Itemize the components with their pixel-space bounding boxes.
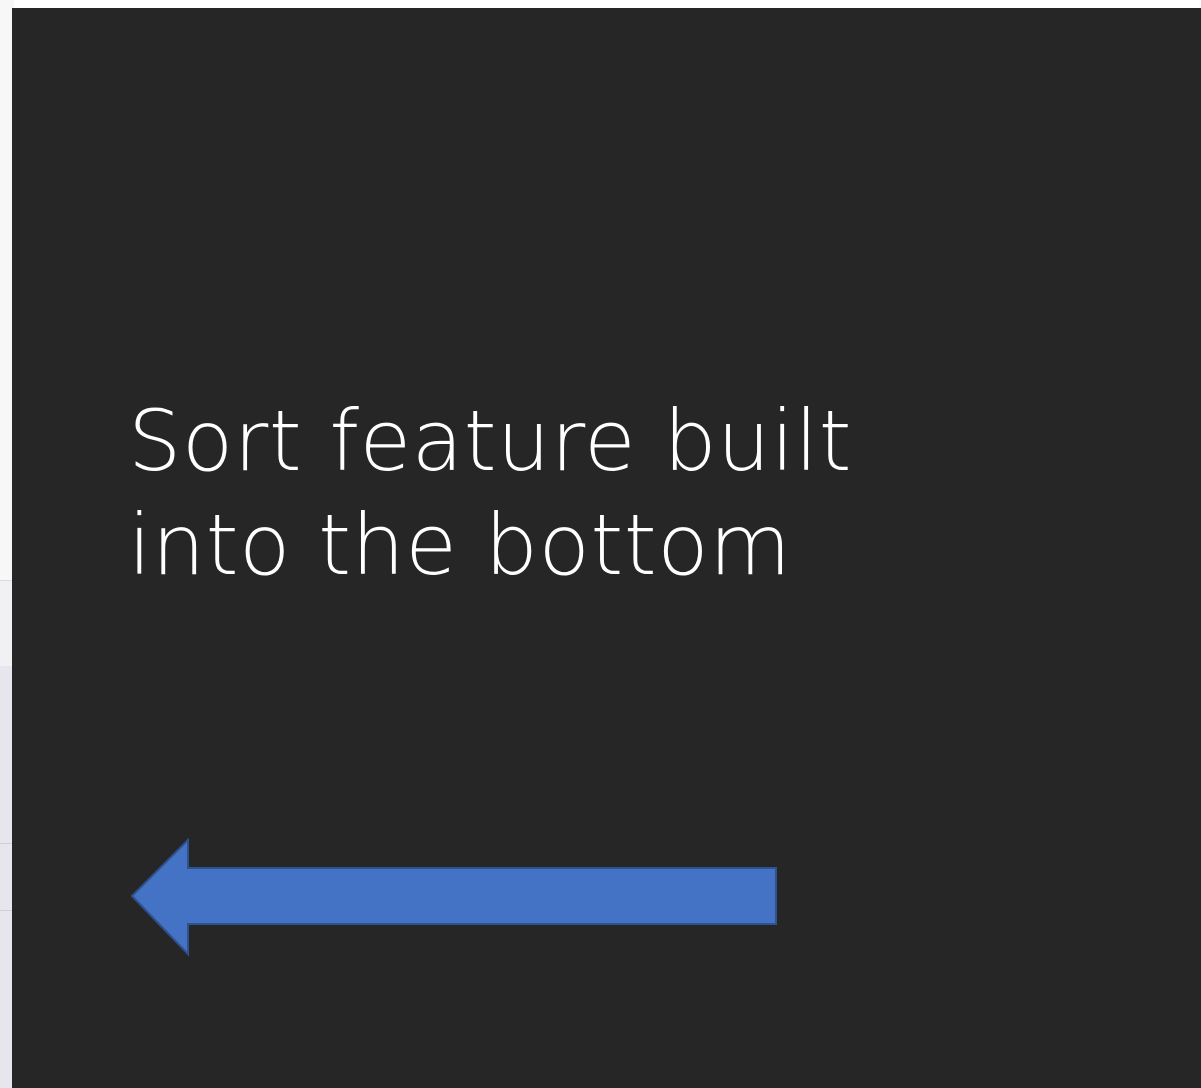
slide-text-line: Sort feature built — [128, 392, 853, 490]
screen: Sort feature built into the bottom — [0, 0, 1201, 1088]
slide-text-line: into the bottom — [128, 496, 792, 594]
left-arrow-icon — [130, 838, 777, 957]
slide: Sort feature built into the bottom — [12, 8, 1201, 1088]
slide-text: Sort feature built into the bottom — [128, 389, 1128, 597]
